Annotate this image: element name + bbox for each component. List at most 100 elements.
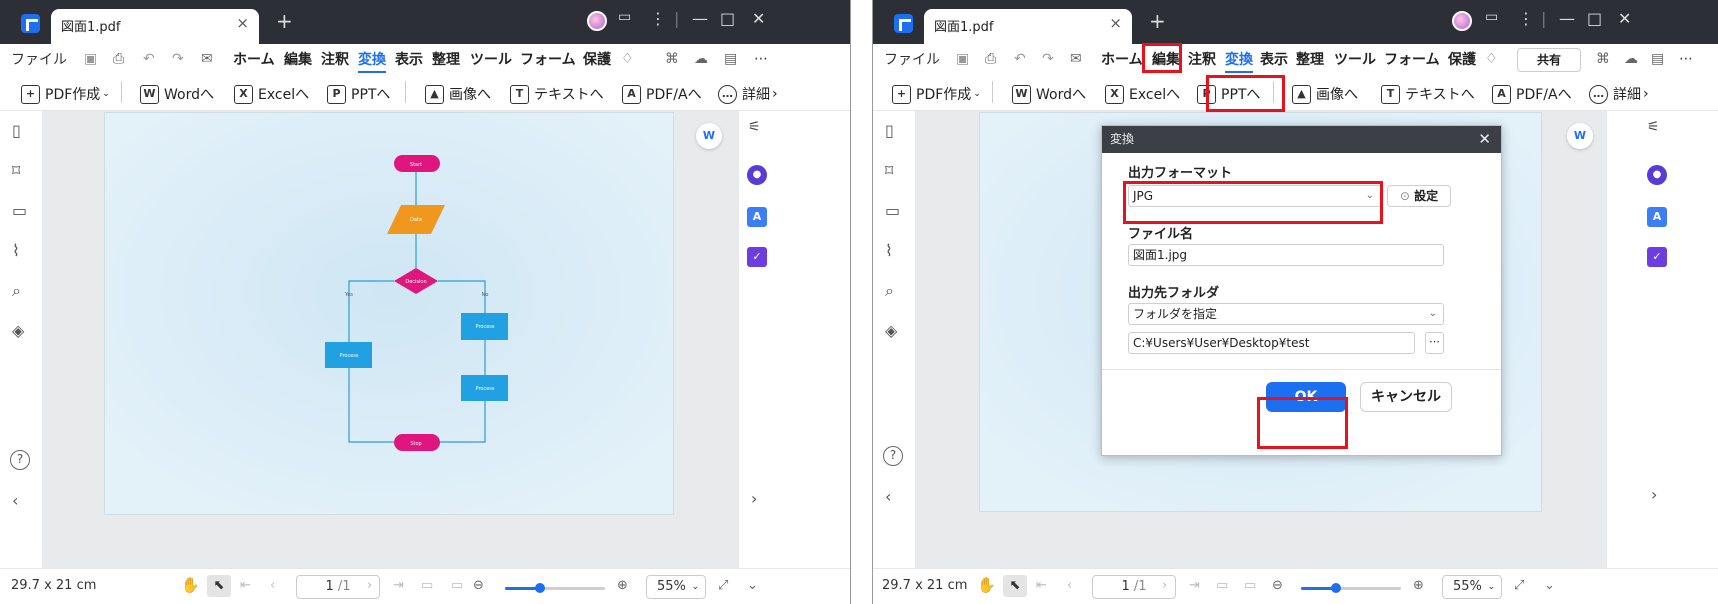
page-thumbnail-icon[interactable]: ▯: [885, 121, 894, 140]
menu-home[interactable]: ホーム: [233, 49, 275, 69]
zoom-select[interactable]: 55% ⌄: [646, 575, 706, 599]
properties-icon[interactable]: ⚟: [1647, 119, 1660, 135]
close-window-button[interactable]: ✕: [1618, 9, 1631, 33]
new-tab-button[interactable]: +: [276, 9, 293, 33]
to-word-button[interactable]: W Wordへ: [1012, 81, 1086, 107]
output-format-select[interactable]: JPG ⌄: [1128, 185, 1381, 207]
comment-icon[interactable]: ▭: [885, 201, 900, 220]
redo-icon[interactable]: ↷: [1042, 51, 1054, 67]
fit-page-icon[interactable]: ▭: [1216, 578, 1228, 593]
output-folder-path[interactable]: C:¥Users¥User¥Desktop¥test: [1128, 332, 1415, 354]
to-ppt-button[interactable]: P PPTへ: [1197, 81, 1260, 107]
print-icon[interactable]: ⎙: [113, 51, 124, 67]
menu-protect[interactable]: 保護: [1448, 49, 1476, 69]
bookmark-icon[interactable]: ⌑: [12, 161, 20, 180]
close-tab-icon[interactable]: ×: [236, 14, 249, 32]
menu-file[interactable]: ファイル: [884, 49, 940, 69]
cancel-button[interactable]: キャンセル: [1360, 382, 1452, 412]
more-options-button[interactable]: … 詳細 ›: [718, 81, 778, 107]
help-icon[interactable]: ?: [883, 446, 903, 466]
redo-icon[interactable]: ↷: [172, 51, 184, 67]
menu-tools[interactable]: ツール: [1334, 49, 1376, 69]
select-tool-icon[interactable]: ⬉: [1003, 575, 1027, 597]
output-folder-select[interactable]: フォルダを指定 ⌄: [1128, 303, 1444, 325]
attachment-icon[interactable]: ⌇: [885, 241, 893, 260]
archive-icon[interactable]: ▤: [1651, 51, 1664, 67]
zoom-out-icon[interactable]: ⊖: [473, 578, 484, 593]
translate-float-icon[interactable]: W: [696, 123, 722, 149]
bookmark-icon[interactable]: ⌑: [885, 161, 893, 180]
maximize-button[interactable]: □: [1587, 9, 1602, 33]
browse-folder-button[interactable]: ⋯: [1425, 332, 1444, 354]
filename-input[interactable]: 図面1.jpg: [1128, 244, 1444, 266]
archive-icon[interactable]: ▤: [724, 51, 737, 67]
page-thumbnail-icon[interactable]: ▯: [12, 121, 21, 140]
fit-width-icon[interactable]: ▭: [1244, 578, 1256, 593]
zoom-select[interactable]: 55% ⌄: [1442, 575, 1502, 599]
more-vertical-icon[interactable]: ⋮: [1518, 9, 1534, 33]
undo-icon[interactable]: ↶: [143, 51, 155, 67]
menu-organize[interactable]: 整理: [1296, 49, 1324, 69]
to-text-button[interactable]: T テキストへ: [1381, 81, 1475, 107]
document-tab[interactable]: 図面1.pdf ×: [924, 9, 1132, 44]
save-icon[interactable]: ▣: [956, 51, 969, 67]
more-vertical-icon[interactable]: ⋮: [650, 9, 666, 33]
check-icon[interactable]: ✓: [1647, 247, 1667, 267]
menu-home[interactable]: ホーム: [1101, 49, 1143, 69]
ai-assistant-icon[interactable]: ●: [1647, 165, 1667, 185]
menu-form[interactable]: フォーム: [1384, 49, 1440, 69]
first-page-icon[interactable]: ⇤: [1036, 578, 1047, 593]
save-icon[interactable]: ▣: [84, 51, 97, 67]
translate-icon[interactable]: A: [747, 207, 767, 227]
comment-icon[interactable]: ▭: [12, 201, 27, 220]
zoom-in-icon[interactable]: ⊕: [617, 578, 628, 593]
more-options-button[interactable]: … 詳細 ›: [1589, 81, 1649, 107]
first-page-icon[interactable]: ⇤: [240, 578, 251, 593]
user-avatar[interactable]: [587, 11, 607, 31]
ai-assistant-icon[interactable]: ●: [747, 165, 767, 185]
zoom-slider[interactable]: [505, 583, 605, 593]
hand-tool-icon[interactable]: ✋: [977, 576, 996, 594]
to-excel-button[interactable]: X Excelへ: [234, 81, 309, 107]
minimize-button[interactable]: —: [1559, 9, 1575, 33]
to-pdfa-button[interactable]: A PDF/Aへ: [1492, 81, 1572, 107]
fullscreen-icon[interactable]: ⤢: [1514, 578, 1524, 593]
upload-icon[interactable]: ☁: [1624, 51, 1638, 67]
fit-width-icon[interactable]: ▭: [451, 578, 463, 593]
check-icon[interactable]: ✓: [747, 247, 767, 267]
fullscreen-icon[interactable]: ⤢: [718, 578, 728, 593]
mail-icon[interactable]: ✉: [1070, 51, 1082, 67]
menu-annotate[interactable]: 注釈: [321, 49, 349, 69]
last-page-icon[interactable]: ⇥: [393, 578, 404, 593]
document-tab[interactable]: 図面1.pdf ×: [51, 9, 259, 44]
zoom-out-icon[interactable]: ⊖: [1272, 578, 1283, 593]
feedback-icon[interactable]: ▭: [618, 9, 631, 33]
attachment-icon[interactable]: ⌇: [12, 241, 20, 260]
layers-icon[interactable]: ◈: [12, 321, 24, 340]
menu-edit[interactable]: 編集: [1152, 49, 1180, 69]
share-button[interactable]: 共有: [1517, 48, 1581, 72]
translate-icon[interactable]: A: [1647, 207, 1667, 227]
next-page-icon[interactable]: ›: [1162, 578, 1167, 593]
prev-page-icon[interactable]: ‹: [270, 578, 275, 593]
search-icon[interactable]: ⌕: [885, 281, 894, 301]
print-icon[interactable]: ⎙: [985, 51, 996, 67]
next-page-icon[interactable]: ›: [367, 578, 372, 593]
more-horizontal-icon[interactable]: ⋯: [754, 51, 768, 67]
zoom-slider[interactable]: [1301, 583, 1401, 593]
to-ppt-button[interactable]: P PPTへ: [327, 81, 390, 107]
scroll-mode-icon[interactable]: ⌄: [1544, 578, 1555, 593]
to-pdfa-button[interactable]: A PDF/Aへ: [622, 81, 702, 107]
properties-icon[interactable]: ⚟: [748, 119, 761, 135]
dialog-close-icon[interactable]: ✕: [1478, 126, 1491, 153]
menu-edit[interactable]: 編集: [284, 49, 312, 69]
expand-panel-icon[interactable]: ›: [751, 489, 757, 508]
menu-tools[interactable]: ツール: [470, 49, 512, 69]
close-tab-icon[interactable]: ×: [1109, 14, 1122, 32]
zoom-in-icon[interactable]: ⊕: [1413, 578, 1424, 593]
menu-convert[interactable]: 変換: [1225, 49, 1253, 73]
last-page-icon[interactable]: ⇥: [1189, 578, 1200, 593]
new-tab-button[interactable]: +: [1149, 9, 1166, 33]
hand-tool-icon[interactable]: ✋: [181, 576, 200, 594]
create-pdf-button[interactable]: + PDF作成 ⌄: [21, 81, 110, 107]
